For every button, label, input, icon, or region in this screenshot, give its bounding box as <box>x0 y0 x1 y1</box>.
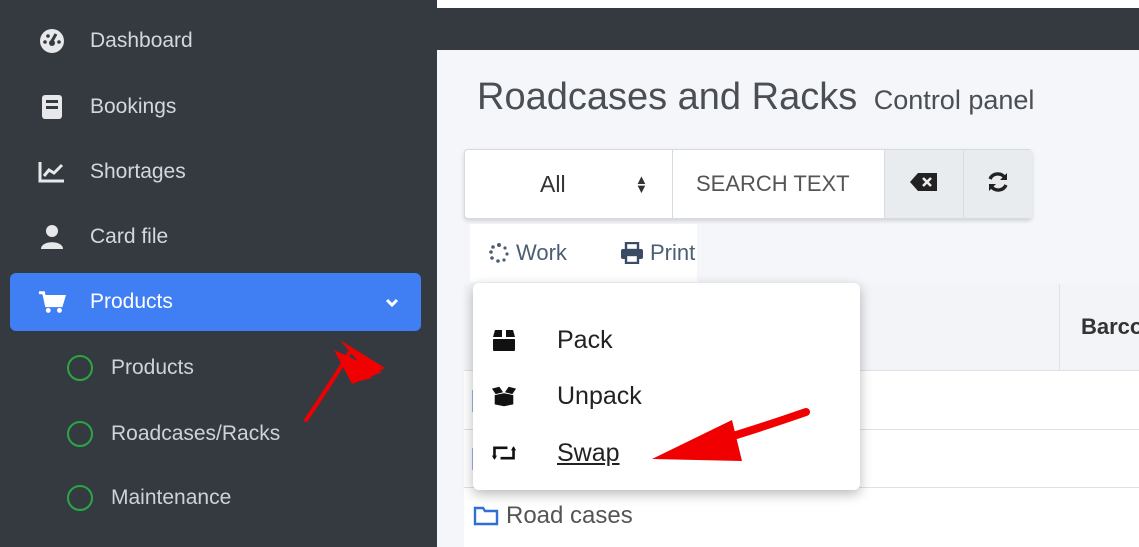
gauge-icon <box>38 27 66 55</box>
refresh-button[interactable] <box>963 150 1032 218</box>
box-icon <box>491 328 517 352</box>
menu-item-pack[interactable]: Pack <box>473 312 860 368</box>
sidebar-item-shortages[interactable]: Shortages <box>10 143 421 201</box>
folder-icon <box>473 506 499 526</box>
work-button[interactable]: Work <box>488 224 567 282</box>
circle-icon <box>67 421 93 447</box>
sidebar-subitem-label: Maintenance <box>111 486 232 509</box>
chart-line-icon <box>38 158 66 186</box>
menu-item-swap[interactable]: Swap <box>473 425 860 481</box>
user-icon <box>38 223 66 251</box>
backspace-icon <box>909 172 939 197</box>
sidebar: Dashboard Bookings Shortages Card file P… <box>0 0 437 547</box>
sidebar-subitem-roadcases-racks[interactable]: Roadcases/Racks <box>10 406 421 462</box>
menu-item-label: Unpack <box>557 381 642 410</box>
page-title-text: Roadcases and Racks <box>477 76 858 118</box>
column-divider <box>1059 284 1060 371</box>
top-navbar <box>437 8 1139 50</box>
page-subtitle: Control panel <box>873 85 1035 115</box>
book-icon <box>38 93 66 121</box>
sort-arrows-icon: ▲ ▼ <box>635 172 648 196</box>
page-title: Roadcases and Racks Control panel <box>477 76 1034 119</box>
sidebar-item-label: Card file <box>90 225 169 248</box>
print-button-label: Print <box>650 240 696 265</box>
table-row[interactable]: Road cases <box>464 488 1139 546</box>
sidebar-item-label: Products <box>90 290 173 313</box>
road-cases-label: Road cases <box>506 502 633 529</box>
circle-icon <box>67 485 93 511</box>
work-button-label: Work <box>516 240 567 265</box>
menu-item-label: Swap <box>557 438 620 467</box>
column-header-barcode[interactable]: Barcode <box>1081 314 1139 340</box>
search-bar: All ▲ ▼ <box>464 149 1032 219</box>
menu-item-label: Pack <box>557 325 613 354</box>
work-dropdown-menu: Pack Unpack Swap <box>473 283 860 490</box>
road-cases-link[interactable]: Road cases <box>473 502 633 530</box>
sidebar-subitem-label: Roadcases/Racks <box>111 422 281 445</box>
search-input[interactable] <box>674 150 884 218</box>
sidebar-subitem-products[interactable]: Products <box>10 340 421 396</box>
retweet-icon <box>491 443 517 463</box>
printer-icon <box>620 242 644 264</box>
sidebar-item-bookings[interactable]: Bookings <box>10 78 421 136</box>
spinner-icon <box>488 242 510 264</box>
menu-item-unpack[interactable]: Unpack <box>473 368 860 424</box>
filter-select[interactable]: All ▲ ▼ <box>465 150 673 218</box>
sidebar-item-label: Bookings <box>90 95 177 118</box>
clear-search-button[interactable] <box>884 150 963 218</box>
chevron-down-icon[interactable] <box>385 290 399 314</box>
cart-icon <box>38 288 66 316</box>
sidebar-item-products[interactable]: Products <box>10 273 421 331</box>
sidebar-item-label: Shortages <box>90 160 186 183</box>
circle-icon <box>67 355 93 381</box>
filter-select-value: All <box>540 170 566 197</box>
sidebar-subitem-maintenance[interactable]: Maintenance <box>10 470 421 526</box>
sidebar-subitem-label: Products <box>111 356 194 379</box>
sidebar-item-dashboard[interactable]: Dashboard <box>10 12 421 70</box>
action-toolbar: Work Print <box>470 224 697 282</box>
sidebar-item-card-file[interactable]: Card file <box>10 208 421 266</box>
print-button[interactable]: Print <box>620 224 695 282</box>
box-open-icon <box>491 385 517 407</box>
sidebar-item-label: Dashboard <box>90 29 193 52</box>
refresh-icon <box>986 170 1010 199</box>
